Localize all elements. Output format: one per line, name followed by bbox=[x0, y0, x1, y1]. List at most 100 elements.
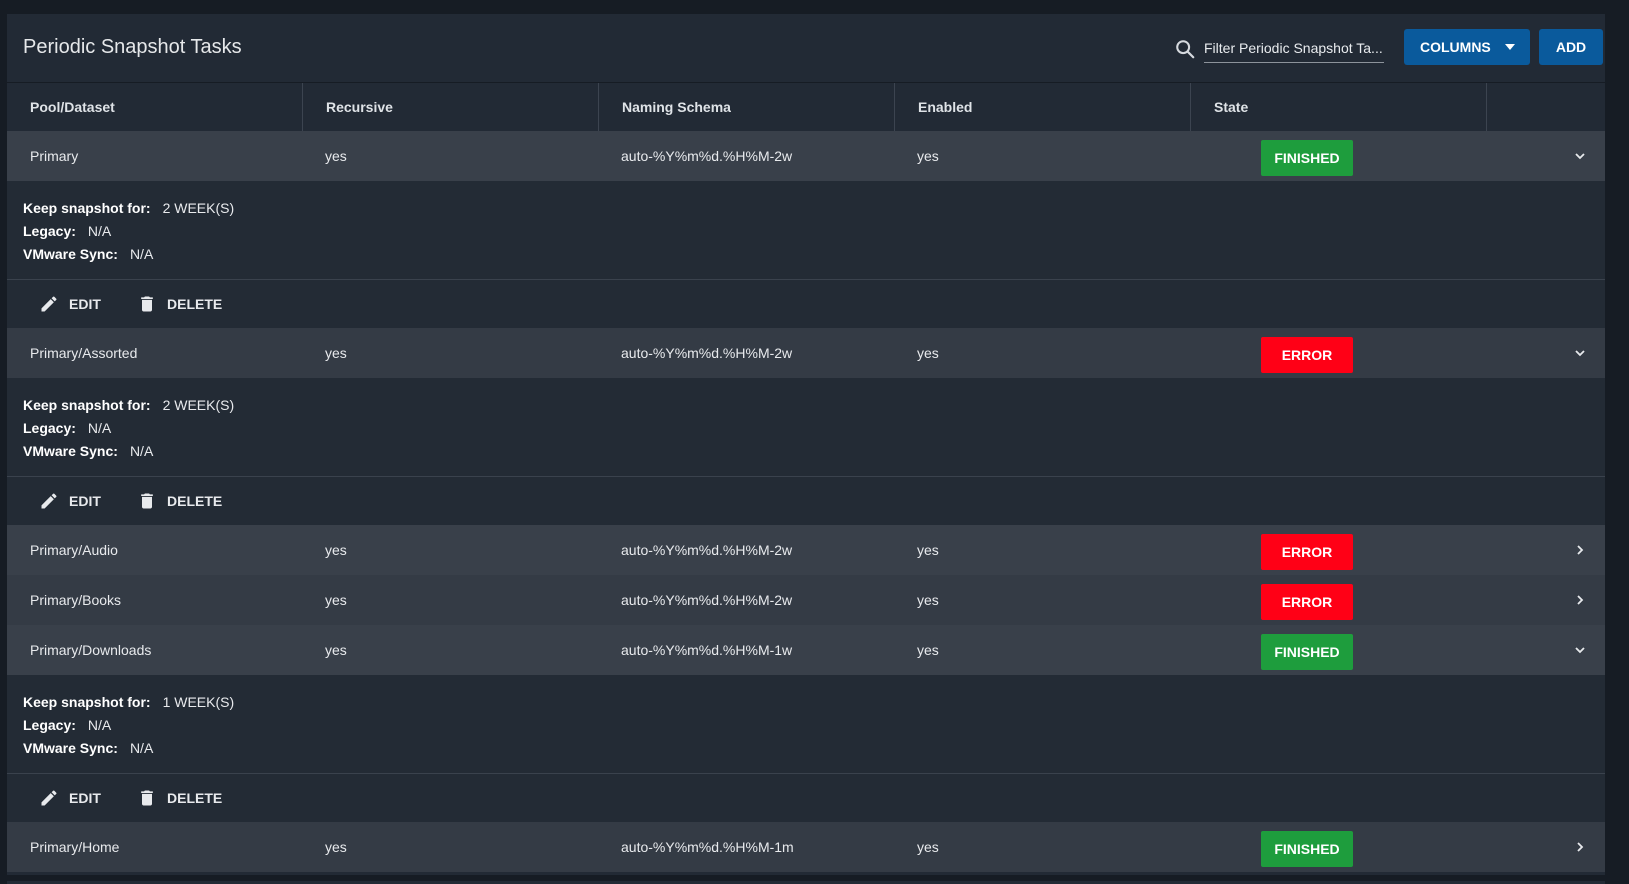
table-row[interactable]: Primary/Downloads yes auto-%Y%m%d.%H%M-1… bbox=[7, 625, 1605, 675]
filter-field bbox=[1204, 36, 1384, 63]
cell-naming-schema: auto-%Y%m%d.%H%M-1m bbox=[621, 839, 794, 855]
detail-keep: Keep snapshot for: 1 WEEK(S) bbox=[23, 694, 234, 710]
row-detail: Keep snapshot for: 2 WEEK(S) Legacy: N/A V… bbox=[7, 378, 1605, 477]
detail-keep-value: 1 WEEK(S) bbox=[162, 694, 235, 710]
cell-recursive: yes bbox=[325, 148, 347, 164]
detail-vmware-label: VMware Sync: bbox=[23, 740, 118, 756]
detail-legacy-value: N/A bbox=[87, 717, 112, 733]
bottom-edge bbox=[0, 875, 1629, 881]
status-badge: ERROR bbox=[1261, 337, 1353, 373]
chevron-down-icon[interactable] bbox=[1574, 151, 1586, 161]
detail-legacy-value: N/A bbox=[87, 420, 112, 436]
cell-naming-schema: auto-%Y%m%d.%H%M-2w bbox=[621, 345, 793, 361]
edit-button-label: EDIT bbox=[69, 296, 101, 312]
delete-button-label: DELETE bbox=[167, 790, 223, 806]
status-badge: FINISHED bbox=[1261, 831, 1353, 867]
trash-icon bbox=[141, 790, 153, 806]
cell-recursive: yes bbox=[325, 642, 347, 658]
cell-pool-dataset: Primary/Home bbox=[30, 839, 120, 855]
status-badge: FINISHED bbox=[1261, 634, 1353, 670]
header-state[interactable]: State bbox=[1191, 83, 1487, 131]
status-badge: FINISHED bbox=[1261, 140, 1353, 176]
detail-legacy-label: Legacy: bbox=[23, 420, 76, 436]
periodic-snapshot-tasks-card: Periodic Snapshot Tasks COLUMNS ADD Pool… bbox=[7, 14, 1605, 884]
table-header: Pool/Dataset Recursive Naming Schema Ena… bbox=[7, 83, 1605, 131]
toolbar: Periodic Snapshot Tasks COLUMNS ADD bbox=[7, 14, 1605, 83]
cell-enabled: yes bbox=[917, 345, 939, 361]
detail-legacy-value: N/A bbox=[87, 223, 112, 239]
delete-button[interactable]: DELETE bbox=[137, 280, 222, 328]
chevron-right-icon[interactable] bbox=[1574, 842, 1586, 852]
edit-button[interactable]: EDIT bbox=[39, 477, 101, 525]
cell-recursive: yes bbox=[325, 839, 347, 855]
table-row[interactable]: Primary/Audio yes auto-%Y%m%d.%H%M-2w ye… bbox=[7, 525, 1605, 575]
cell-recursive: yes bbox=[325, 345, 347, 361]
detail-keep: Keep snapshot for: 2 WEEK(S) bbox=[23, 200, 234, 216]
detail-keep-value: 2 WEEK(S) bbox=[162, 397, 235, 413]
cell-pool-dataset: Primary/Audio bbox=[30, 542, 118, 558]
trash-icon bbox=[141, 493, 153, 509]
table-row[interactable]: Primary/Books yes auto-%Y%m%d.%H%M-2w ye… bbox=[7, 575, 1605, 625]
cell-enabled: yes bbox=[917, 642, 939, 658]
cell-recursive: yes bbox=[325, 542, 347, 558]
detail-vmware-value: N/A bbox=[129, 443, 154, 459]
detail-vmware: VMware Sync: N/A bbox=[23, 246, 153, 262]
chevron-right-icon[interactable] bbox=[1574, 595, 1586, 605]
row-detail: Keep snapshot for: 1 WEEK(S) Legacy: N/A V… bbox=[7, 675, 1605, 774]
table-body: Primary yes auto-%Y%m%d.%H%M-2w yes FINI… bbox=[7, 131, 1605, 872]
header-recursive[interactable]: Recursive bbox=[303, 83, 599, 131]
detail-legacy: Legacy: N/A bbox=[23, 420, 111, 436]
header-naming-schema[interactable]: Naming Schema bbox=[599, 83, 895, 131]
detail-legacy-label: Legacy: bbox=[23, 223, 76, 239]
delete-button[interactable]: DELETE bbox=[137, 774, 222, 822]
row-actions: EDIT DELETE bbox=[7, 477, 1605, 525]
chevron-down-icon[interactable] bbox=[1574, 348, 1586, 358]
cell-enabled: yes bbox=[917, 542, 939, 558]
header-enabled[interactable]: Enabled bbox=[895, 83, 1191, 131]
chevron-right-icon[interactable] bbox=[1574, 545, 1586, 555]
cell-pool-dataset: Primary bbox=[30, 148, 79, 164]
cell-pool-dataset: Primary/Books bbox=[30, 592, 122, 608]
cell-enabled: yes bbox=[917, 148, 939, 164]
table-row[interactable]: Primary yes auto-%Y%m%d.%H%M-2w yes FINI… bbox=[7, 131, 1605, 181]
columns-button-label: COLUMNS bbox=[1420, 39, 1491, 55]
cell-naming-schema: auto-%Y%m%d.%H%M-2w bbox=[621, 542, 793, 558]
edit-button-label: EDIT bbox=[69, 493, 101, 509]
table-row[interactable]: Primary/Home yes auto-%Y%m%d.%H%M-1m yes… bbox=[7, 822, 1605, 872]
pencil-icon bbox=[41, 790, 57, 806]
detail-vmware: VMware Sync: N/A bbox=[23, 740, 153, 756]
columns-button[interactable]: COLUMNS bbox=[1404, 29, 1530, 65]
detail-keep-label: Keep snapshot for: bbox=[23, 200, 151, 216]
cell-pool-dataset: Primary/Downloads bbox=[30, 642, 152, 658]
edit-button-label: EDIT bbox=[69, 790, 101, 806]
cell-recursive: yes bbox=[325, 592, 347, 608]
cell-naming-schema: auto-%Y%m%d.%H%M-2w bbox=[621, 592, 793, 608]
detail-keep-label: Keep snapshot for: bbox=[23, 694, 151, 710]
caret-down-icon[interactable] bbox=[1504, 43, 1516, 51]
cell-enabled: yes bbox=[917, 839, 939, 855]
table-row[interactable]: Primary/Assorted yes auto-%Y%m%d.%H%M-2w… bbox=[7, 328, 1605, 378]
header-pool-dataset[interactable]: Pool/Dataset bbox=[7, 83, 303, 131]
detail-vmware-label: VMware Sync: bbox=[23, 246, 118, 262]
status-badge: ERROR bbox=[1261, 534, 1353, 570]
cell-naming-schema: auto-%Y%m%d.%H%M-1w bbox=[621, 642, 793, 658]
add-button[interactable]: ADD bbox=[1539, 29, 1603, 65]
search-icon bbox=[1176, 40, 1195, 59]
delete-button-label: DELETE bbox=[167, 493, 223, 509]
detail-legacy: Legacy: N/A bbox=[23, 223, 111, 239]
detail-keep-label: Keep snapshot for: bbox=[23, 397, 151, 413]
cell-enabled: yes bbox=[917, 592, 939, 608]
pencil-icon bbox=[41, 296, 57, 312]
status-badge: ERROR bbox=[1261, 584, 1353, 620]
edit-button[interactable]: EDIT bbox=[39, 280, 101, 328]
edit-button[interactable]: EDIT bbox=[39, 774, 101, 822]
delete-button[interactable]: DELETE bbox=[137, 477, 222, 525]
pencil-icon bbox=[41, 493, 57, 509]
cell-naming-schema: auto-%Y%m%d.%H%M-2w bbox=[621, 148, 793, 164]
detail-legacy: Legacy: N/A bbox=[23, 717, 111, 733]
filter-input[interactable] bbox=[1204, 36, 1384, 60]
detail-keep: Keep snapshot for: 2 WEEK(S) bbox=[23, 397, 234, 413]
chevron-down-icon[interactable] bbox=[1574, 645, 1586, 655]
detail-vmware-value: N/A bbox=[129, 246, 154, 262]
row-actions: EDIT DELETE bbox=[7, 280, 1605, 328]
